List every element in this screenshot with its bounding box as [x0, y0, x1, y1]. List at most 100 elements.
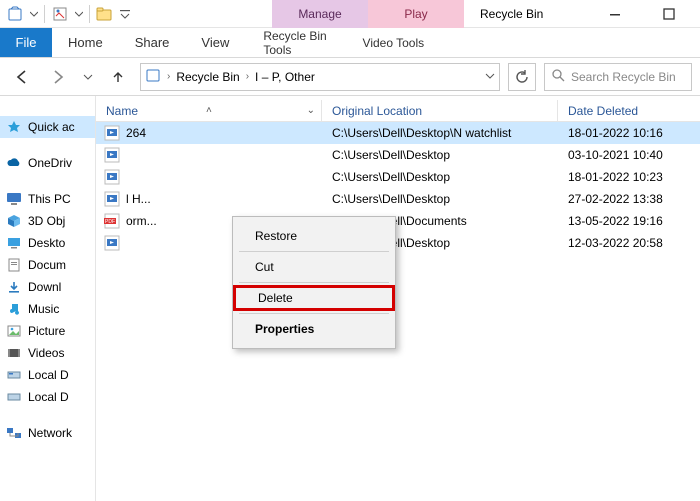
- context-cut[interactable]: Cut: [233, 254, 395, 280]
- back-button[interactable]: [8, 63, 36, 91]
- breadcrumb-group[interactable]: I – P, Other: [255, 70, 315, 84]
- context-properties[interactable]: Properties: [233, 316, 395, 342]
- file-original-location: C:\Users\Dell\Desktop: [322, 192, 558, 206]
- context-menu: Restore Cut Delete Properties: [232, 216, 396, 349]
- contextual-tab-headers: Manage Play: [272, 0, 464, 28]
- file-date-deleted: 13-05-2022 19:16: [558, 214, 700, 228]
- nav-music[interactable]: Music: [0, 298, 95, 320]
- nav-network[interactable]: Network: [0, 422, 95, 444]
- desktop-icon: [6, 235, 22, 251]
- address-dropdown-icon[interactable]: [485, 70, 495, 84]
- qat-separator: [44, 5, 45, 23]
- nav-label: Docum: [28, 258, 66, 272]
- nav-label: Local D: [28, 368, 69, 382]
- file-row[interactable]: C:\Users\Dell\Desktop03-10-2021 10:40: [96, 144, 700, 166]
- file-original-location: C:\Users\Dell\Desktop: [322, 148, 558, 162]
- file-row[interactable]: 264C:\Users\Dell\Desktop\N watchlist18-0…: [96, 122, 700, 144]
- refresh-button[interactable]: [508, 63, 536, 91]
- context-separator: [239, 313, 389, 314]
- qat-customize-icon[interactable]: [118, 3, 132, 25]
- title-bar: Manage Play Recycle Bin: [0, 0, 700, 28]
- nav-desktop[interactable]: Deskto: [0, 232, 95, 254]
- nav-local-disk-1[interactable]: Local D: [0, 364, 95, 386]
- file-row[interactable]: l H...C:\Users\Dell\Desktop27-02-2022 13…: [96, 188, 700, 210]
- drive-icon: [6, 389, 22, 405]
- nav-label: Videos: [28, 346, 64, 360]
- column-label: Name: [106, 104, 138, 118]
- address-toolbar: › Recycle Bin › I – P, Other Search Recy…: [0, 58, 700, 96]
- context-restore[interactable]: Restore: [233, 223, 395, 249]
- recent-locations-button[interactable]: [80, 63, 96, 91]
- forward-button[interactable]: [44, 63, 72, 91]
- qat-dropdown-icon[interactable]: [73, 3, 85, 25]
- column-name[interactable]: Name ˄ ⌄: [96, 100, 322, 121]
- tab-video-tools[interactable]: Video Tools: [345, 28, 441, 57]
- file-row[interactable]: PDF orm...C:\Users\Dell\Documents13-05-2…: [96, 210, 700, 232]
- nav-quick-access[interactable]: Quick ac: [0, 116, 95, 138]
- file-row[interactable]: C:\Users\Dell\Desktop12-03-2022 20:58: [96, 232, 700, 254]
- search-box[interactable]: Search Recycle Bin: [544, 63, 692, 91]
- column-headers: Name ˄ ⌄ Original Location Date Deleted: [96, 96, 700, 122]
- cloud-icon: [6, 155, 22, 171]
- window-title: Recycle Bin: [480, 7, 543, 21]
- nav-label: 3D Obj: [28, 214, 65, 228]
- file-tab[interactable]: File: [0, 28, 52, 57]
- nav-documents[interactable]: Docum: [0, 254, 95, 276]
- breadcrumb-recycle-bin[interactable]: Recycle Bin: [176, 70, 239, 84]
- nav-label: Music: [28, 302, 59, 316]
- video-file-icon: [104, 191, 120, 207]
- video-file-icon: [104, 147, 120, 163]
- tab-view[interactable]: View: [185, 28, 245, 57]
- drive-icon: [6, 367, 22, 383]
- minimize-button[interactable]: [600, 3, 630, 25]
- tab-recycle-bin-tools[interactable]: Recycle Bin Tools: [249, 28, 345, 57]
- nav-3d-objects[interactable]: 3D Obj: [0, 210, 95, 232]
- tab-share[interactable]: Share: [119, 28, 186, 57]
- nav-this-pc[interactable]: This PC: [0, 188, 95, 210]
- search-placeholder: Search Recycle Bin: [571, 70, 676, 84]
- column-dropdown-icon[interactable]: ⌄: [307, 105, 321, 116]
- nav-onedrive[interactable]: OneDriv: [0, 152, 95, 174]
- download-icon: [6, 279, 22, 295]
- nav-label: OneDriv: [28, 156, 72, 170]
- contextual-header-play: Play: [368, 0, 464, 28]
- nav-label: Downl: [28, 280, 61, 294]
- maximize-button[interactable]: [654, 3, 684, 25]
- file-row[interactable]: C:\Users\Dell\Desktop18-01-2022 10:23: [96, 166, 700, 188]
- nav-label: Quick ac: [28, 120, 75, 134]
- recycle-bin-icon[interactable]: [4, 3, 26, 25]
- chevron-right-icon[interactable]: ›: [167, 71, 170, 82]
- nav-label: Picture: [28, 324, 65, 338]
- file-name: orm...: [126, 214, 157, 228]
- new-folder-icon[interactable]: [94, 3, 116, 25]
- qat-dropdown-icon[interactable]: [28, 3, 40, 25]
- picture-icon: [6, 323, 22, 339]
- video-icon: [6, 345, 22, 361]
- file-date-deleted: 18-01-2022 10:16: [558, 126, 700, 140]
- context-delete[interactable]: Delete: [233, 285, 395, 311]
- nav-local-disk-2[interactable]: Local D: [0, 386, 95, 408]
- nav-downloads[interactable]: Downl: [0, 276, 95, 298]
- nav-label: Local D: [28, 390, 69, 404]
- file-original-location: C:\Users\Dell\Desktop\N watchlist: [322, 126, 558, 140]
- main-area: Quick ac OneDriv This PC 3D Obj Deskto D…: [0, 96, 700, 501]
- network-icon: [6, 425, 22, 441]
- file-rows: 264C:\Users\Dell\Desktop\N watchlist18-0…: [96, 122, 700, 254]
- up-button[interactable]: [104, 63, 132, 91]
- tab-home[interactable]: Home: [52, 28, 119, 57]
- nav-label: Network: [28, 426, 72, 440]
- nav-label: This PC: [28, 192, 71, 206]
- chevron-right-icon[interactable]: ›: [246, 71, 249, 82]
- nav-videos[interactable]: Videos: [0, 342, 95, 364]
- nav-pictures[interactable]: Picture: [0, 320, 95, 342]
- context-separator: [239, 282, 389, 283]
- column-original-location[interactable]: Original Location: [322, 100, 558, 121]
- file-original-location: C:\Users\Dell\Desktop: [322, 170, 558, 184]
- star-icon: [6, 119, 22, 135]
- file-date-deleted: 12-03-2022 20:58: [558, 236, 700, 250]
- address-bar[interactable]: › Recycle Bin › I – P, Other: [140, 63, 500, 91]
- ribbon-tabs: File Home Share View Recycle Bin Tools V…: [0, 28, 700, 58]
- column-label: Date Deleted: [568, 104, 638, 118]
- column-date-deleted[interactable]: Date Deleted: [558, 100, 700, 121]
- properties-icon[interactable]: [49, 3, 71, 25]
